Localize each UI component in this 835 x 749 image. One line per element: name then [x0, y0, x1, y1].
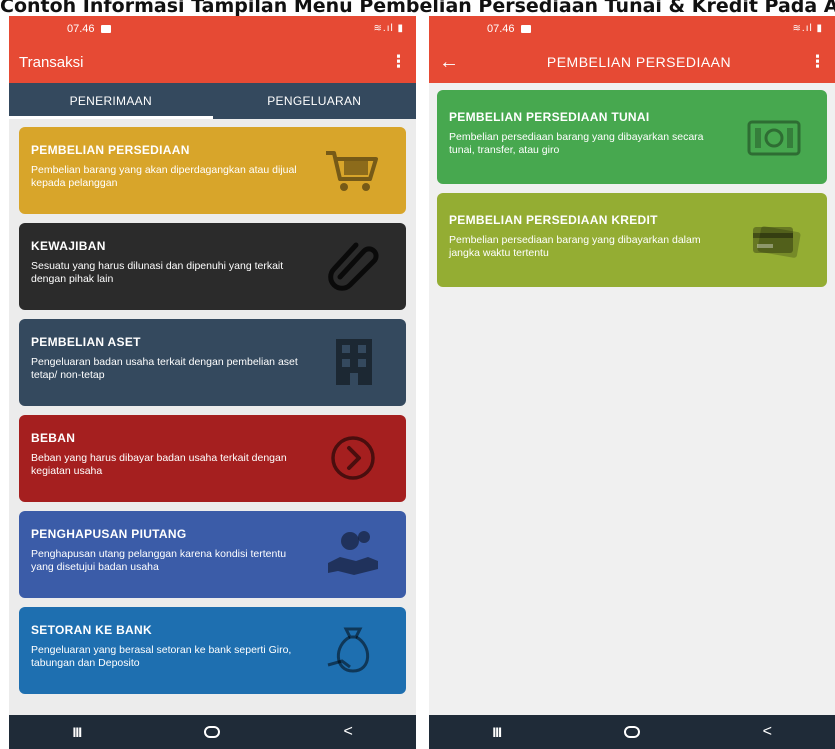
home-icon [623, 726, 640, 738]
card-beban[interactable]: BEBAN Beban yang harus dibayar badan usa… [19, 415, 406, 502]
card-pembelian-persediaan-tunai[interactable]: PEMBELIAN PERSEDIAAN TUNAI Pembelian per… [437, 90, 827, 184]
card-title: PEMBELIAN PERSEDIAAN TUNAI [449, 110, 650, 124]
tab-pengeluaran[interactable]: PENGELUARAN [213, 83, 417, 119]
phone-screen-transaksi: 07.46 ≋.ıl ▮ Transaksi ⋮ PENERIMAAN PENG… [9, 16, 416, 749]
status-bar: 07.46 ≋.ıl ▮ [9, 16, 416, 41]
back-arrow-icon[interactable]: ← [439, 51, 469, 74]
android-nav-bar: III < [9, 715, 416, 749]
android-nav-bar: III < [429, 715, 835, 749]
money-bag-icon [327, 627, 370, 673]
app-bar: ← PEMBELIAN PERSEDIAAN ⋮ [429, 41, 835, 83]
home-button[interactable] [612, 715, 652, 749]
card-description: Pembelian barang yang akan diperdagangka… [31, 164, 297, 189]
recents-button[interactable]: III [477, 715, 517, 749]
paperclip-icon [328, 242, 379, 291]
hand-money-icon [328, 531, 378, 575]
status-time: 07.46 [67, 22, 95, 35]
back-button[interactable]: < [328, 715, 368, 749]
card-description: Pengeluaran yang berasal setoran ke bank… [31, 644, 292, 669]
status-time: 07.46 [487, 22, 515, 35]
phone-screen-pembelian-persediaan: 07.46 ≋.ıl ▮ ← PEMBELIAN PERSEDIAAN ⋮ PE… [429, 16, 835, 749]
card-pembelian-aset[interactable]: PEMBELIAN ASET Pengeluaran badan usaha t… [19, 319, 406, 406]
tab-bar: PENERIMAAN PENGELUARAN [9, 83, 416, 119]
transaction-card-list: PEMBELIAN PERSEDIAAN Pembelian barang ya… [9, 119, 416, 694]
card-description: Pengeluaran badan usaha terkait dengan p… [31, 356, 298, 381]
card-pembelian-persediaan-kredit[interactable]: PEMBELIAN PERSEDIAAN KREDIT Pembelian pe… [437, 193, 827, 287]
card-title: KEWAJIBAN [31, 239, 106, 253]
card-description: Pembelian persediaan barang yang dibayar… [449, 234, 701, 259]
shopping-cart-icon [326, 151, 378, 191]
app-title: Transaksi [19, 53, 84, 71]
credit-card-icon [753, 226, 801, 258]
card-setoran-ke-bank[interactable]: SETORAN KE BANK Pengeluaran yang berasal… [19, 607, 406, 694]
card-description: Pembelian persediaan barang yang dibayar… [449, 131, 704, 156]
signal-battery-icon: ≋.ıl ▮ [792, 23, 823, 34]
card-description: Sesuatu yang harus dilunasi dan dipenuhi… [31, 260, 284, 285]
card-title: PEMBELIAN PERSEDIAAN KREDIT [449, 213, 658, 227]
card-title: PENGHAPUSAN PIUTANG [31, 527, 187, 541]
app-title: PEMBELIAN PERSEDIAAN [546, 54, 732, 70]
status-bar: 07.46 ≋.ıl ▮ [429, 16, 835, 41]
arrow-circle-icon [331, 436, 375, 480]
card-title: SETORAN KE BANK [31, 623, 152, 637]
card-title: BEBAN [31, 431, 76, 445]
signal-battery-icon: ≋.ıl ▮ [373, 23, 404, 34]
notification-icon [520, 24, 531, 33]
building-icon [336, 339, 372, 385]
more-options-icon[interactable]: ⋮ [809, 52, 826, 72]
more-options-icon[interactable]: ⋮ [390, 52, 407, 72]
back-button[interactable]: < [747, 715, 787, 749]
cash-icon [747, 120, 801, 156]
tab-penerimaan[interactable]: PENERIMAAN [9, 83, 213, 119]
home-button[interactable] [192, 715, 232, 749]
card-title: PEMBELIAN PERSEDIAAN [31, 143, 190, 157]
card-penghapusan-piutang[interactable]: PENGHAPUSAN PIUTANG Penghapusan utang pe… [19, 511, 406, 598]
notification-icon [100, 24, 111, 33]
card-kewajiban[interactable]: KEWAJIBAN Sesuatu yang harus dilunasi da… [19, 223, 406, 310]
recents-button[interactable]: III [57, 715, 97, 749]
card-description: Beban yang harus dibayar badan usaha ter… [31, 452, 287, 477]
purchase-type-card-list: PEMBELIAN PERSEDIAAN TUNAI Pembelian per… [429, 83, 835, 287]
card-pembelian-persediaan[interactable]: PEMBELIAN PERSEDIAAN Pembelian barang ya… [19, 127, 406, 214]
page-caption: Contoh Informasi Tampilan Menu Pembelian… [0, 0, 835, 16]
card-title: PEMBELIAN ASET [31, 335, 141, 349]
app-bar: Transaksi ⋮ [9, 41, 416, 83]
card-description: Penghapusan utang pelanggan karena kondi… [31, 548, 287, 573]
home-icon [204, 726, 221, 738]
